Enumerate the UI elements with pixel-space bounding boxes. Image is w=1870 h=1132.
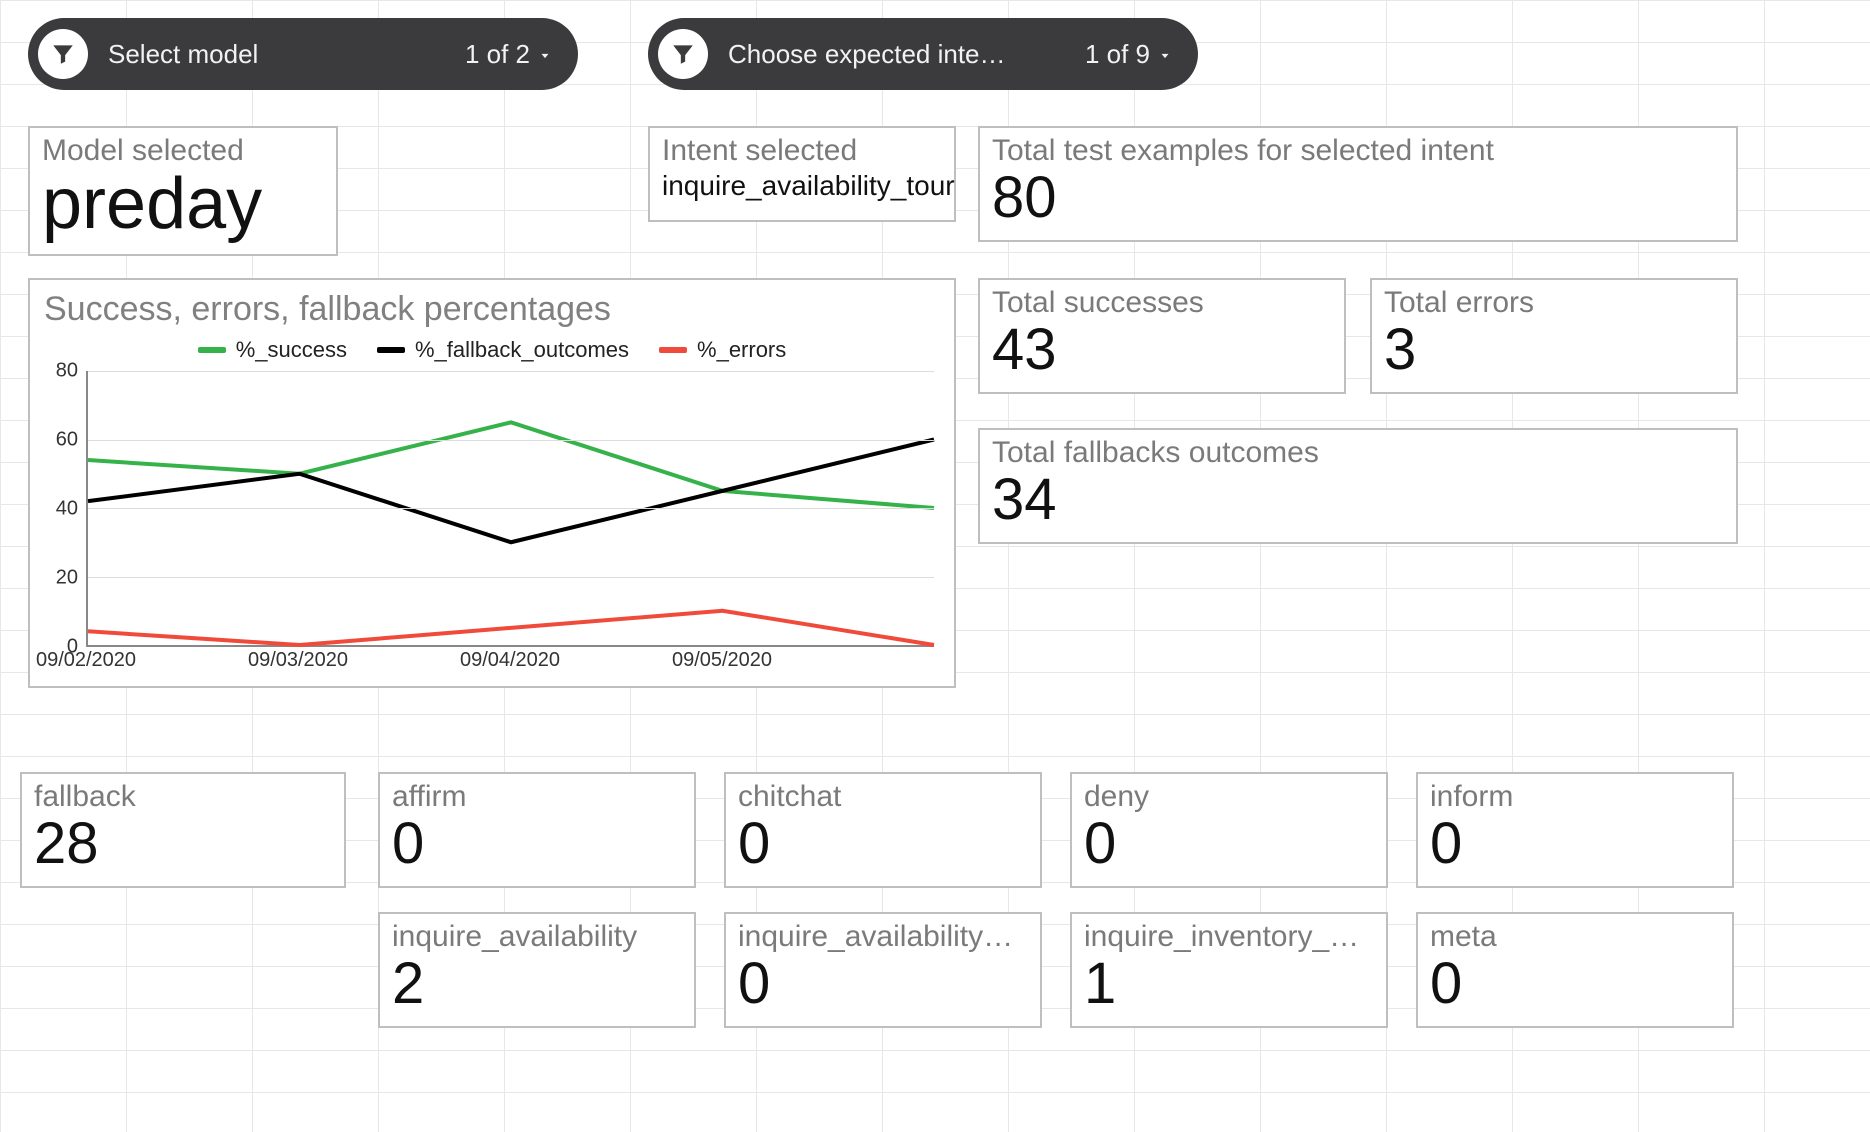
card-title: inquire_inventory_avail… <box>1072 914 1386 954</box>
chart-plot-area <box>86 371 934 647</box>
card-title: inquire_availability <box>380 914 694 954</box>
gridline <box>88 440 934 441</box>
legend-label: %_success <box>236 337 347 363</box>
card-value: inquire_availability_tour <box>650 168 954 210</box>
card-title: chitchat <box>726 774 1040 814</box>
intent-count-card: inquire_availability2 <box>378 912 696 1028</box>
legend-item: %_fallback_outcomes <box>377 337 629 363</box>
gridline <box>88 371 934 372</box>
filter-model-label: Select model <box>108 39 445 70</box>
card-total-errors: Total errors 3 <box>1370 278 1738 394</box>
series-line <box>88 440 934 543</box>
legend-swatch <box>377 347 405 353</box>
intent-count-card: inquire_inventory_avail…1 <box>1070 912 1388 1028</box>
chart-title: Success, errors, fallback percentages <box>30 280 954 333</box>
series-line <box>88 611 934 645</box>
card-value: 0 <box>1072 814 1386 883</box>
card-title: Total errors <box>1372 280 1736 320</box>
series-line <box>88 422 934 508</box>
card-value: 0 <box>726 954 1040 1023</box>
chart-percentages: Success, errors, fallback percentages %_… <box>28 278 956 688</box>
y-tick: 40 <box>56 498 78 521</box>
chart-x-axis: 09/02/202009/03/202009/04/202009/05/2020 <box>86 649 934 673</box>
card-value: 34 <box>980 470 1736 539</box>
card-title: deny <box>1072 774 1386 814</box>
chart-y-axis: 020406080 <box>38 371 78 647</box>
card-value: 3 <box>1372 320 1736 389</box>
card-intent-selected: Intent selected inquire_availability_tou… <box>648 126 956 222</box>
y-tick: 60 <box>56 429 78 452</box>
card-total-examples: Total test examples for selected intent … <box>978 126 1738 242</box>
card-title: inquire_availability_tour <box>726 914 1040 954</box>
card-value: 43 <box>980 320 1344 389</box>
x-tick: 09/05/2020 <box>672 649 772 672</box>
card-title: fallback <box>22 774 344 814</box>
card-title: inform <box>1418 774 1732 814</box>
card-total-fallbacks: Total fallbacks outcomes 34 <box>978 428 1738 544</box>
x-tick: 09/02/2020 <box>36 649 136 672</box>
card-value: 28 <box>22 814 344 883</box>
gridline <box>88 508 934 509</box>
intent-count-card: chitchat0 <box>724 772 1042 888</box>
card-title: Total successes <box>980 280 1344 320</box>
legend-swatch <box>659 347 687 353</box>
filter-intent[interactable]: Choose expected inte… 1 of 9 <box>648 18 1198 90</box>
y-tick: 80 <box>56 360 78 383</box>
funnel-icon <box>658 29 708 79</box>
card-title: Model selected <box>30 128 336 168</box>
legend-label: %_errors <box>697 337 786 363</box>
card-title: meta <box>1418 914 1732 954</box>
filter-intent-label: Choose expected inte… <box>728 39 1065 70</box>
filter-intent-count: 1 of 9 <box>1085 39 1172 70</box>
chevron-down-icon <box>538 39 552 70</box>
card-model-selected: Model selected preday <box>28 126 338 256</box>
intent-count-card: inform0 <box>1416 772 1734 888</box>
intent-count-card: affirm0 <box>378 772 696 888</box>
x-tick: 09/03/2020 <box>248 649 348 672</box>
chevron-down-icon <box>1158 39 1172 70</box>
card-value: 2 <box>380 954 694 1023</box>
chart-legend: %_success %_fallback_outcomes %_errors <box>30 333 954 371</box>
filter-model[interactable]: Select model 1 of 2 <box>28 18 578 90</box>
card-value: preday <box>30 168 336 250</box>
legend-label: %_fallback_outcomes <box>415 337 629 363</box>
legend-item: %_errors <box>659 337 786 363</box>
card-value: 0 <box>1418 954 1732 1023</box>
legend-swatch <box>198 347 226 353</box>
legend-item: %_success <box>198 337 347 363</box>
intent-count-card: inquire_availability_tour0 <box>724 912 1042 1028</box>
card-title: affirm <box>380 774 694 814</box>
intent-count-card: deny0 <box>1070 772 1388 888</box>
x-tick: 09/04/2020 <box>460 649 560 672</box>
card-value: 0 <box>726 814 1040 883</box>
card-value: 1 <box>1072 954 1386 1023</box>
intent-count-card: meta0 <box>1416 912 1734 1028</box>
gridline <box>88 577 934 578</box>
card-value: 0 <box>380 814 694 883</box>
card-title: Total test examples for selected intent <box>980 128 1736 168</box>
card-value: 80 <box>980 168 1736 237</box>
card-total-successes: Total successes 43 <box>978 278 1346 394</box>
card-value: 0 <box>1418 814 1732 883</box>
card-title: Total fallbacks outcomes <box>980 430 1736 470</box>
intent-count-card: fallback28 <box>20 772 346 888</box>
card-title: Intent selected <box>650 128 954 168</box>
y-tick: 20 <box>56 567 78 590</box>
funnel-icon <box>38 29 88 79</box>
filter-model-count: 1 of 2 <box>465 39 552 70</box>
